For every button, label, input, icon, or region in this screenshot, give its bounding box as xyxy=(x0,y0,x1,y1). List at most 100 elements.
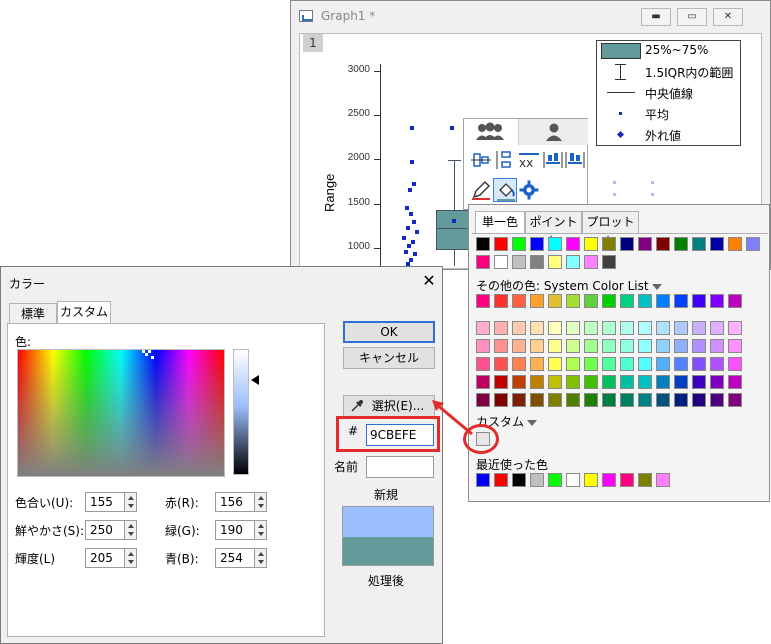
luminance-spinner[interactable]: 205 xyxy=(85,548,137,568)
tint-color-swatch[interactable] xyxy=(710,357,724,371)
tab-single-color[interactable]: 単一色 xyxy=(475,211,525,234)
color-swatch[interactable] xyxy=(494,255,508,269)
system-color-swatch[interactable] xyxy=(620,294,634,308)
tint-color-swatch[interactable] xyxy=(602,393,616,407)
system-color-swatch[interactable] xyxy=(566,294,580,308)
tint-color-swatch[interactable] xyxy=(494,339,508,353)
tint-color-swatch[interactable] xyxy=(584,393,598,407)
system-color-swatch[interactable] xyxy=(530,294,544,308)
tint-color-swatch[interactable] xyxy=(512,393,526,407)
recent-color-swatch[interactable] xyxy=(656,473,670,487)
color-swatch[interactable] xyxy=(710,237,724,251)
align-bottom-icon[interactable] xyxy=(542,149,564,171)
tint-color-swatch[interactable] xyxy=(656,339,670,353)
tint-color-swatch[interactable] xyxy=(656,393,670,407)
system-color-swatch[interactable] xyxy=(476,294,490,308)
tint-color-swatch[interactable] xyxy=(710,393,724,407)
tint-color-swatch[interactable] xyxy=(692,321,706,335)
recent-color-swatch[interactable] xyxy=(512,473,526,487)
color-swatch[interactable] xyxy=(548,237,562,251)
tint-color-swatch[interactable] xyxy=(620,321,634,335)
tint-color-swatch[interactable] xyxy=(494,393,508,407)
color-swatch[interactable] xyxy=(530,255,544,269)
mini-toolbar-tab-group[interactable] xyxy=(464,119,518,145)
graph-titlebar[interactable]: Graph1 * ▬ ▭ ✕ xyxy=(291,1,770,31)
color-swatch[interactable] xyxy=(476,255,490,269)
hue-spinner[interactable]: 155 xyxy=(85,492,137,512)
color-swatch[interactable] xyxy=(692,237,706,251)
color-swatch[interactable] xyxy=(728,237,742,251)
gear-icon[interactable] xyxy=(518,179,540,201)
blue-spinner[interactable]: 254 xyxy=(215,548,267,568)
system-color-swatch[interactable] xyxy=(656,294,670,308)
saturation-spinner[interactable]: 250 xyxy=(85,520,137,540)
recent-color-swatch[interactable] xyxy=(566,473,580,487)
tint-color-swatch[interactable] xyxy=(602,357,616,371)
spinner-arrows[interactable] xyxy=(254,549,266,567)
tint-color-swatch[interactable] xyxy=(602,321,616,335)
system-color-swatch[interactable] xyxy=(728,294,742,308)
tint-color-swatch[interactable] xyxy=(710,321,724,335)
recent-color-swatch[interactable] xyxy=(494,473,508,487)
tab-per-point[interactable]: ポイント毎 xyxy=(525,211,582,249)
tint-color-swatch[interactable] xyxy=(638,321,652,335)
red-spinner[interactable]: 156 xyxy=(215,492,267,512)
system-color-swatch[interactable] xyxy=(710,294,724,308)
tint-color-swatch[interactable] xyxy=(476,321,490,335)
tint-color-swatch[interactable] xyxy=(728,357,742,371)
pick-color-button[interactable]: 選択(E)... xyxy=(343,395,435,417)
tint-color-swatch[interactable] xyxy=(692,375,706,389)
color-swatch[interactable] xyxy=(530,237,544,251)
color-swatch[interactable] xyxy=(602,237,616,251)
tint-color-swatch[interactable] xyxy=(728,393,742,407)
tint-color-swatch[interactable] xyxy=(476,375,490,389)
system-color-swatch[interactable] xyxy=(692,294,706,308)
recent-color-swatch[interactable] xyxy=(602,473,616,487)
spinner-arrows[interactable] xyxy=(254,521,266,539)
ok-button[interactable]: OK xyxy=(343,321,435,343)
tint-color-swatch[interactable] xyxy=(692,393,706,407)
color-swatch[interactable] xyxy=(674,237,688,251)
color-swatch[interactable] xyxy=(638,237,652,251)
tint-color-swatch[interactable] xyxy=(620,339,634,353)
color-swatch[interactable] xyxy=(494,237,508,251)
tint-color-swatch[interactable] xyxy=(674,375,688,389)
tint-color-swatch[interactable] xyxy=(674,321,688,335)
tab-custom[interactable]: カスタム xyxy=(57,301,111,325)
tint-color-swatch[interactable] xyxy=(530,393,544,407)
tint-color-swatch[interactable] xyxy=(566,357,580,371)
tint-color-swatch[interactable] xyxy=(548,339,562,353)
tint-color-swatch[interactable] xyxy=(584,375,598,389)
color-swatch[interactable] xyxy=(656,237,670,251)
tint-color-swatch[interactable] xyxy=(602,375,616,389)
same-size-icon[interactable]: xx xyxy=(518,149,540,171)
tint-color-swatch[interactable] xyxy=(494,321,508,335)
tint-color-swatch[interactable] xyxy=(584,321,598,335)
system-color-swatch[interactable] xyxy=(494,294,508,308)
more-colors-label[interactable]: その他の色: System Color List xyxy=(476,277,662,294)
color-swatch[interactable] xyxy=(512,255,526,269)
tint-color-swatch[interactable] xyxy=(548,321,562,335)
system-color-swatch[interactable] xyxy=(674,294,688,308)
tint-color-swatch[interactable] xyxy=(530,375,544,389)
tint-color-swatch[interactable] xyxy=(566,339,580,353)
tint-color-swatch[interactable] xyxy=(512,321,526,335)
tint-color-swatch[interactable] xyxy=(476,357,490,371)
tint-color-swatch[interactable] xyxy=(548,357,562,371)
recent-color-swatch[interactable] xyxy=(530,473,544,487)
tab-per-plot[interactable]: プロット毎 xyxy=(582,211,639,249)
tint-color-swatch[interactable] xyxy=(638,375,652,389)
tint-color-swatch[interactable] xyxy=(638,339,652,353)
recent-color-swatch[interactable] xyxy=(476,473,490,487)
tint-color-swatch[interactable] xyxy=(476,393,490,407)
system-color-swatch[interactable] xyxy=(584,294,598,308)
luminance-slider-arrow[interactable] xyxy=(251,375,259,385)
tint-color-swatch[interactable] xyxy=(728,321,742,335)
distribute-vertical-icon[interactable] xyxy=(494,149,516,171)
tint-color-swatch[interactable] xyxy=(728,339,742,353)
recent-color-swatch[interactable] xyxy=(584,473,598,487)
tint-color-swatch[interactable] xyxy=(656,321,670,335)
plot-legend[interactable]: 25%~75% 1.5IQR内の範囲 中央値線 平均 外れ値 xyxy=(596,40,741,146)
layer-number-badge[interactable]: 1 xyxy=(303,34,323,52)
color-swatch[interactable] xyxy=(566,237,580,251)
